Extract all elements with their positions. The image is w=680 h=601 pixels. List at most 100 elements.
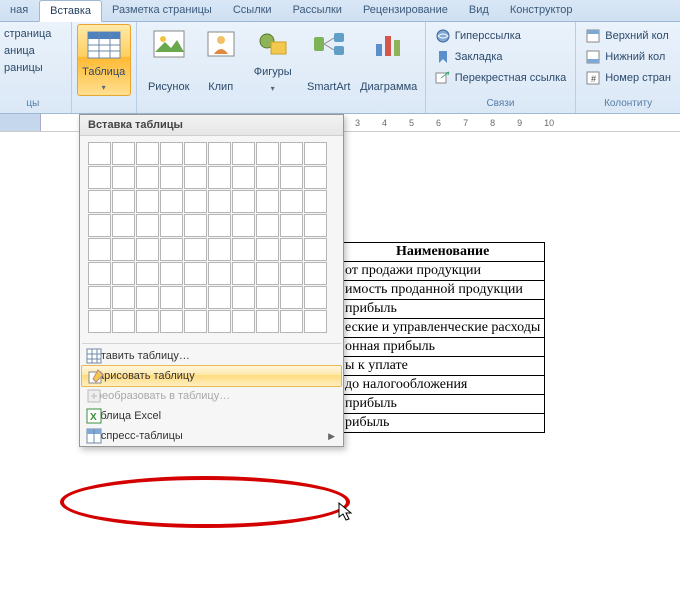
grid-cell[interactable] — [232, 310, 255, 333]
cover-page[interactable]: страница — [0, 26, 66, 42]
grid-cell[interactable] — [136, 166, 159, 189]
tab-cut[interactable]: ная — [0, 0, 39, 21]
grid-cell[interactable] — [160, 310, 183, 333]
grid-cell[interactable] — [184, 214, 207, 237]
grid-cell[interactable] — [136, 214, 159, 237]
grid-cell[interactable] — [112, 310, 135, 333]
grid-cell[interactable] — [232, 190, 255, 213]
grid-cell[interactable] — [304, 142, 327, 165]
grid-cell[interactable] — [208, 310, 231, 333]
bookmark-button[interactable]: Закладка — [431, 47, 571, 67]
grid-cell[interactable] — [256, 166, 279, 189]
table-row[interactable]: ы к уплате — [341, 357, 545, 376]
grid-cell[interactable] — [256, 214, 279, 237]
grid-cell[interactable] — [208, 214, 231, 237]
grid-cell[interactable] — [256, 190, 279, 213]
grid-cell[interactable] — [256, 262, 279, 285]
grid-cell[interactable] — [280, 238, 303, 261]
header-button[interactable]: Верхний кол — [581, 26, 675, 46]
grid-cell[interactable] — [136, 262, 159, 285]
grid-cell[interactable] — [232, 238, 255, 261]
grid-cell[interactable] — [256, 310, 279, 333]
grid-cell[interactable] — [280, 286, 303, 309]
grid-cell[interactable] — [208, 238, 231, 261]
grid-cell[interactable] — [208, 286, 231, 309]
grid-cell[interactable] — [136, 142, 159, 165]
grid-cell[interactable] — [136, 286, 159, 309]
grid-cell[interactable] — [184, 238, 207, 261]
grid-cell[interactable] — [184, 142, 207, 165]
chart-button[interactable]: Диаграмма — [358, 24, 420, 96]
grid-cell[interactable] — [160, 286, 183, 309]
grid-cell[interactable] — [304, 310, 327, 333]
table-row[interactable]: рибыль — [341, 414, 545, 433]
grid-cell[interactable] — [304, 286, 327, 309]
grid-cell[interactable] — [112, 238, 135, 261]
grid-cell[interactable] — [88, 310, 111, 333]
table-row[interactable]: до налогообложения — [341, 376, 545, 395]
tab-view[interactable]: Вид — [459, 0, 500, 21]
tab-mailings[interactable]: Рассылки — [283, 0, 353, 21]
grid-cell[interactable] — [280, 142, 303, 165]
blank-page[interactable]: аница — [0, 43, 66, 59]
pagenumber-button[interactable]: # Номер стран — [581, 68, 675, 88]
tab-pagelayout[interactable]: Разметка страницы — [102, 0, 223, 21]
grid-cell[interactable] — [256, 286, 279, 309]
grid-cell[interactable] — [304, 166, 327, 189]
grid-cell[interactable] — [208, 190, 231, 213]
crossref-button[interactable]: Перекрестная ссылка — [431, 68, 571, 88]
grid-cell[interactable] — [136, 310, 159, 333]
grid-cell[interactable] — [304, 190, 327, 213]
grid-cell[interactable] — [280, 190, 303, 213]
grid-cell[interactable] — [136, 190, 159, 213]
express-tables-item[interactable]: Экспресс-таблицы ▶ — [80, 426, 343, 446]
grid-cell[interactable] — [88, 262, 111, 285]
grid-cell[interactable] — [160, 262, 183, 285]
grid-cell[interactable] — [280, 166, 303, 189]
page-break[interactable]: раницы — [0, 60, 66, 76]
grid-cell[interactable] — [184, 310, 207, 333]
grid-cell[interactable] — [232, 214, 255, 237]
table-row[interactable]: онная прибыль — [341, 338, 545, 357]
grid-cell[interactable] — [112, 142, 135, 165]
grid-cell[interactable] — [232, 286, 255, 309]
picture-button[interactable]: Рисунок — [142, 24, 196, 96]
excel-table-item[interactable]: X Таблица Excel — [80, 406, 343, 426]
grid-cell[interactable] — [160, 142, 183, 165]
grid-cell[interactable] — [280, 262, 303, 285]
grid-cell[interactable] — [112, 166, 135, 189]
grid-cell[interactable] — [88, 238, 111, 261]
table-row[interactable]: имость проданной продукции — [341, 281, 545, 300]
grid-cell[interactable] — [160, 190, 183, 213]
tab-insert[interactable]: Вставка — [39, 0, 102, 22]
grid-cell[interactable] — [136, 238, 159, 261]
grid-cell[interactable] — [184, 286, 207, 309]
grid-cell[interactable] — [304, 238, 327, 261]
table-row[interactable]: прибыль — [341, 300, 545, 319]
table-row[interactable]: еские и управленческие расходы — [341, 319, 545, 338]
grid-cell[interactable] — [88, 286, 111, 309]
grid-cell[interactable] — [88, 190, 111, 213]
grid-cell[interactable] — [232, 262, 255, 285]
grid-cell[interactable] — [256, 238, 279, 261]
clip-button[interactable]: Клип — [198, 24, 244, 96]
table-row[interactable]: прибыль — [341, 395, 545, 414]
grid-cell[interactable] — [160, 214, 183, 237]
grid-cell[interactable] — [88, 142, 111, 165]
tab-review[interactable]: Рецензирование — [353, 0, 459, 21]
grid-cell[interactable] — [184, 262, 207, 285]
grid-cell[interactable] — [208, 166, 231, 189]
smartart-button[interactable]: SmartArt — [302, 24, 356, 96]
insert-table-item[interactable]: Вставить таблицу… — [80, 346, 343, 366]
footer-button[interactable]: Нижний кол — [581, 47, 675, 67]
grid-cell[interactable] — [280, 310, 303, 333]
shapes-button[interactable]: Фигуры ▾ — [246, 24, 300, 96]
table-button[interactable]: Таблица ▾ — [77, 24, 131, 96]
grid-cell[interactable] — [232, 166, 255, 189]
grid-cell[interactable] — [160, 238, 183, 261]
grid-cell[interactable] — [160, 166, 183, 189]
grid-cell[interactable] — [232, 142, 255, 165]
grid-cell[interactable] — [208, 142, 231, 165]
grid-cell[interactable] — [256, 142, 279, 165]
grid-cell[interactable] — [208, 262, 231, 285]
